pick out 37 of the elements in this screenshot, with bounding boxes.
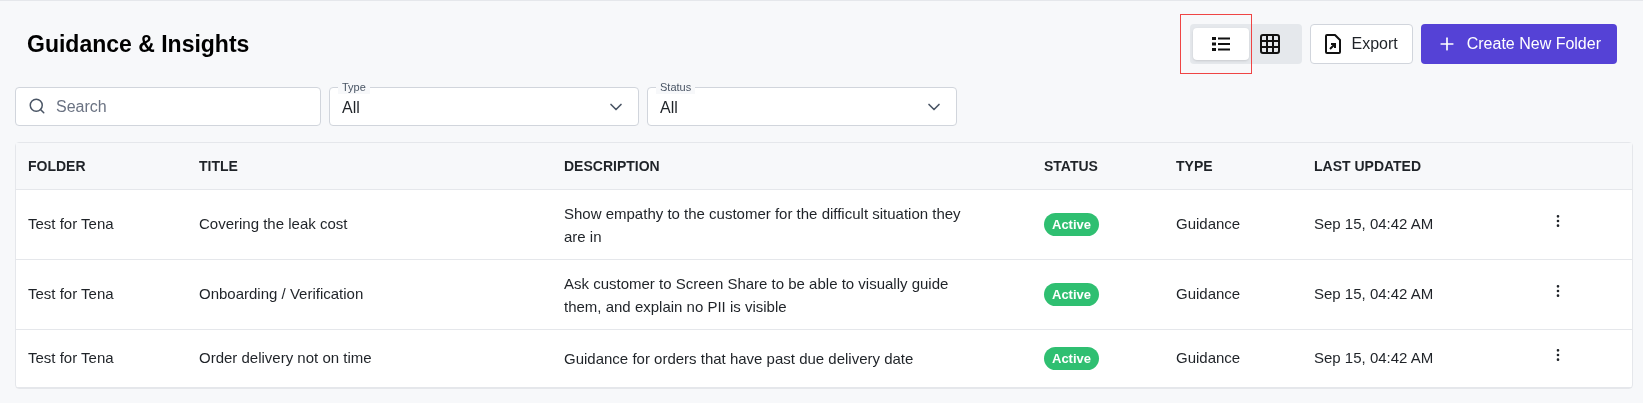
search-field[interactable]: Search	[15, 87, 321, 126]
create-folder-button[interactable]: Create New Folder	[1420, 24, 1617, 64]
select-label: Type	[338, 80, 370, 94]
table-cell: Test for Tena	[28, 349, 114, 367]
table-cell: Sep 15, 04:42 AM	[1314, 349, 1434, 367]
grid-view-icon	[1260, 34, 1281, 54]
search-icon	[28, 97, 46, 115]
select-value: All	[342, 98, 360, 118]
column-header: FOLDER	[28, 158, 86, 174]
table-cell: Order delivery not on time	[199, 349, 372, 367]
column-header: STATUS	[1044, 158, 1098, 174]
table-cell: Guidance	[1176, 215, 1241, 233]
view-toggle[interactable]	[1193, 27, 1250, 60]
table-cell: Covering the leak cost	[199, 215, 348, 233]
table-cell-text: Show empathy to the customer for the difficult situation they are in	[564, 203, 962, 247]
table-cell: Sep 15, 04:42 AM	[1314, 285, 1434, 303]
table-cell: Onboarding / Verification	[199, 285, 364, 303]
column-header: TYPE	[1176, 158, 1213, 174]
table-cell: Test for Tena	[28, 285, 114, 303]
table-cell-text: Ask customer to Screen Share to be able to visually guide them, and explain no PII is visible	[564, 273, 950, 317]
file-export-icon	[1325, 34, 1342, 54]
column-header: TITLE	[199, 158, 238, 174]
column-header: LAST UPDATED	[1314, 158, 1422, 174]
page-title: Guidance & Insights	[26, 29, 250, 59]
table-cell: Test for Tena	[28, 215, 114, 233]
table-cell-text: Guidance for orders that have past due delivery date	[564, 349, 915, 369]
column-header: DESCRIPTION	[564, 158, 660, 174]
export-button[interactable]: Export	[1310, 24, 1413, 64]
status-badge: Active	[1044, 213, 1100, 237]
table-cell: Guidance	[1176, 285, 1241, 303]
table-cell: Guidance	[1176, 349, 1241, 367]
select-label: Status	[656, 80, 696, 94]
list-view-icon	[1212, 35, 1231, 52]
table-cell: Sep 15, 04:42 AM	[1314, 215, 1434, 233]
status-badge: Active	[1044, 347, 1100, 371]
status-badge: Active	[1044, 283, 1100, 307]
select-value: All	[660, 98, 678, 118]
